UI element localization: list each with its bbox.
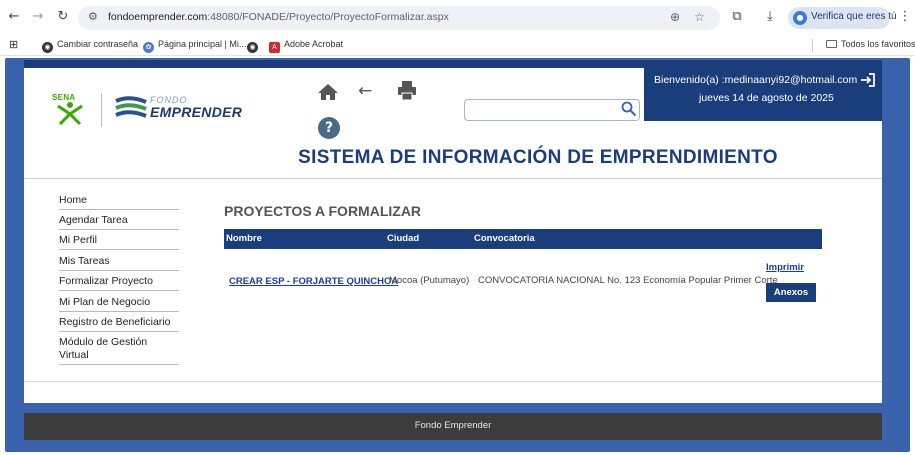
sidebar-item-gestion-virtual[interactable]: Módulo de Gestión Virtual xyxy=(59,336,179,365)
print-link[interactable]: Imprimir xyxy=(766,262,804,273)
annexes-button[interactable]: Anexos xyxy=(766,283,816,302)
header-top-strip xyxy=(24,60,882,68)
all-bookmarks-label: Todos los favoritos xyxy=(841,39,915,49)
reload-icon[interactable]: ↻ xyxy=(55,9,71,25)
globe-icon: ◉ xyxy=(247,42,258,53)
sidebar-item-agendar-tarea[interactable]: Agendar Tarea xyxy=(59,214,179,230)
print-icon[interactable] xyxy=(397,80,417,101)
sidebar-item-home[interactable]: Home xyxy=(59,194,179,210)
header-divider xyxy=(24,178,882,179)
column-header-nombre: Nombre xyxy=(226,233,262,244)
bookmarks-bar: ⊞ ◉ Cambiar contraseña ✿ Página principal … xyxy=(0,36,915,56)
avatar: ● xyxy=(793,11,807,25)
search-input[interactable] xyxy=(464,99,640,121)
table-header: Nombre Ciudad Convocatoria xyxy=(224,229,822,249)
brand-emprender: EMPRENDER xyxy=(150,104,243,120)
all-bookmarks[interactable]: Todos los favoritos xyxy=(826,39,915,49)
url-host: fondoemprender.com xyxy=(108,11,208,23)
bookmark-label: Adobe Acrobat xyxy=(284,39,344,49)
globe-icon: ◉ xyxy=(42,42,53,53)
sidebar-item-registro-beneficiario[interactable]: Registro de Beneficiario xyxy=(59,316,179,332)
logout-icon[interactable] xyxy=(860,72,876,88)
page-title: SISTEMA DE INFORMACIÓN DE EMPRENDIMIENTO xyxy=(298,147,778,168)
extensions-icon[interactable]: ⧉ xyxy=(729,9,745,25)
home-icon[interactable] xyxy=(317,83,339,101)
url-text[interactable]: fondoemprender.com:48080/FONADE/Proyecto… xyxy=(108,11,449,23)
site-info-icon[interactable]: ⚙ xyxy=(88,10,98,23)
content-divider xyxy=(24,381,882,382)
section-title: PROYECTOS A FORMALIZAR xyxy=(224,203,422,219)
sidebar-item-plan-de-negocio[interactable]: Mi Plan de Negocio xyxy=(59,296,179,312)
current-date: jueves 14 de agosto de 2025 xyxy=(699,92,834,104)
menu-dots-icon[interactable]: ⋮ xyxy=(897,9,913,25)
download-icon[interactable]: ⤓ xyxy=(762,9,778,25)
search-icon[interactable] xyxy=(621,101,637,117)
bookmark-cambiar-contrasena[interactable]: ◉ Cambiar contraseña xyxy=(42,39,138,53)
logo-divider xyxy=(101,93,102,127)
column-header-convocatoria: Convocatoria xyxy=(474,233,535,244)
folder-icon xyxy=(826,40,837,48)
back-icon[interactable]: ← xyxy=(358,82,372,100)
bookmark-label: Cambiar contraseña xyxy=(57,39,139,49)
zoom-icon[interactable]: ⊕ xyxy=(670,10,680,24)
apps-grid-icon[interactable]: ⊞ xyxy=(9,38,18,51)
verify-label: Verifica que eres tú xyxy=(811,11,897,22)
url-path: :48080/FONADE/Proyecto/ProyectoFormaliza… xyxy=(207,11,449,23)
sidebar-item-mi-perfil[interactable]: Mi Perfil xyxy=(59,234,179,250)
bookmark-label: Página principal | Mi... xyxy=(158,39,247,49)
address-bar[interactable]: ⚙ fondoemprender.com:48080/FONADE/Proyec… xyxy=(78,6,720,30)
fondo-emprender-logo-mark xyxy=(115,96,147,118)
column-header-ciudad: Ciudad xyxy=(387,233,420,244)
sena-logo xyxy=(57,102,83,126)
forward-arrow-icon[interactable]: → xyxy=(30,9,46,25)
bookmarks-divider xyxy=(812,39,813,52)
help-icon[interactable]: ? xyxy=(318,117,340,139)
pdf-icon: A xyxy=(269,42,280,53)
project-call: CONVOCATORIA NACIONAL No. 123 Economía P… xyxy=(478,275,778,286)
bookmark-adobe-acrobat[interactable]: A Adobe Acrobat xyxy=(269,39,343,53)
project-city: Mocoa (Putumayo) xyxy=(389,275,470,286)
footer-text: Fondo Emprender xyxy=(414,420,492,431)
sidebar-item-formalizar-proyecto[interactable]: Formalizar Proyecto xyxy=(59,275,179,291)
gear-icon: ✿ xyxy=(143,42,154,53)
profile-verify-chip[interactable]: ● Verifica que eres tú xyxy=(788,7,897,29)
back-arrow-icon[interactable]: ← xyxy=(6,9,22,25)
welcome-text: Bienvenido(a) :medinaanyi92@hotmail.com xyxy=(654,74,858,86)
browser-toolbar: ← → ↻ ⚙ fondoemprender.com:48080/FONADE/… xyxy=(0,0,915,36)
star-icon[interactable]: ☆ xyxy=(694,10,705,24)
project-name-link[interactable]: CREAR ESP - FORJARTE QUINCHOA xyxy=(229,276,398,287)
bookmark-pagina-principal[interactable]: ✿ Página principal | Mi... xyxy=(143,39,246,53)
bookmark-globe[interactable]: ◉ xyxy=(247,39,262,53)
sidebar-item-mis-tareas[interactable]: Mis Tareas xyxy=(59,255,179,271)
